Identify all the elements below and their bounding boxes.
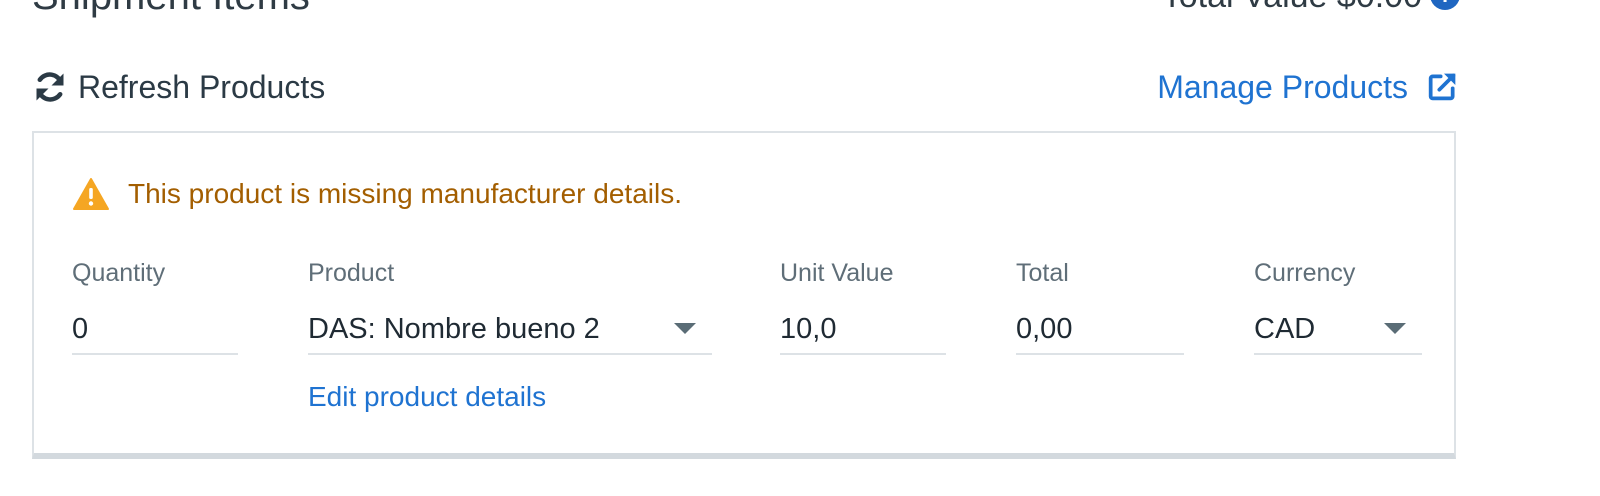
shipment-item-card: This product is missing manufacturer det… [32, 131, 1456, 459]
section-title: Shipment Items [32, 0, 310, 18]
refresh-icon [36, 72, 64, 102]
product-field: Product DAS: Nombre bueno 2 [308, 259, 712, 355]
manage-products-label: Manage Products [1157, 68, 1408, 105]
manage-products-link[interactable]: Manage Products [1157, 69, 1458, 106]
chevron-down-icon [1384, 323, 1406, 334]
quantity-label: Quantity [72, 259, 166, 287]
unit-value-field: Unit Value 10,0 [780, 259, 946, 355]
chevron-down-icon [674, 323, 696, 334]
total-value: Total Value $0.00 [1162, 0, 1422, 18]
total-value-field: 0,00 [1016, 305, 1184, 355]
section-header: Shipment Items Total Value $0.00 i [32, 0, 1460, 18]
product-selected-value: DAS: Nombre bueno 2 [308, 312, 600, 345]
total-value-wrap: Total Value $0.00 i [1162, 0, 1460, 18]
edit-product-details-link[interactable]: Edit product details [308, 381, 546, 413]
quantity-input[interactable]: 0 [72, 305, 238, 355]
refresh-products-label: Refresh Products [78, 68, 326, 105]
quantity-field: Quantity 0 [72, 259, 238, 355]
unit-value-label: Unit Value [780, 259, 894, 287]
products-toolbar: Refresh Products Manage Products [32, 62, 1458, 112]
currency-select[interactable]: CAD [1254, 305, 1422, 355]
currency-selected-value: CAD [1254, 312, 1316, 345]
product-select[interactable]: DAS: Nombre bueno 2 [308, 305, 712, 355]
total-label: Total [1016, 259, 1069, 287]
product-text-fade [626, 305, 666, 351]
refresh-products-button[interactable]: Refresh Products [32, 69, 325, 106]
warning-triangle-icon [73, 178, 109, 210]
unit-value-input[interactable]: 10,0 [780, 305, 946, 355]
currency-label: Currency [1254, 259, 1356, 287]
currency-field: Currency CAD [1254, 259, 1422, 355]
total-field: Total 0,00 [1016, 259, 1184, 355]
info-icon[interactable]: i [1430, 0, 1460, 10]
warning-message: This product is missing manufacturer det… [72, 177, 682, 211]
product-label: Product [308, 259, 395, 287]
external-link-icon [1428, 73, 1456, 101]
warning-text: This product is missing manufacturer det… [128, 178, 682, 209]
